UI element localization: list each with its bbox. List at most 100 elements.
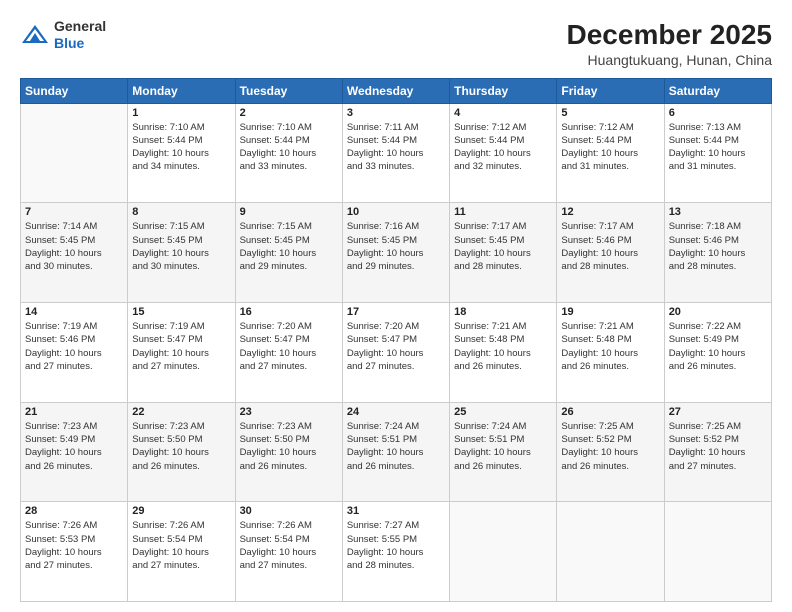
- calendar-header-friday: Friday: [557, 78, 664, 103]
- calendar-cell: 1 Sunrise: 7:10 AM Sunset: 5:44 PM Daylig…: [128, 103, 235, 203]
- day-number: 3: [347, 107, 445, 119]
- day-info: Sunrise: 7:22 AM Sunset: 5:49 PM Dayligh…: [669, 320, 767, 373]
- day-number: 20: [669, 306, 767, 318]
- calendar-cell: 31Sunrise: 7:27 AM Sunset: 5:55 PM Dayli…: [342, 502, 449, 602]
- calendar-cell: 14Sunrise: 7:19 AM Sunset: 5:46 PM Dayli…: [21, 302, 128, 402]
- day-info: Sunrise: 7:26 AM Sunset: 5:53 PM Dayligh…: [25, 519, 123, 572]
- calendar-cell: 9Sunrise: 7:15 AM Sunset: 5:45 PM Daylig…: [235, 203, 342, 303]
- calendar-cell: 16 Sunrise: 7:20 AM Sunset: 5:47 PM Dayli…: [235, 302, 342, 402]
- calendar-cell: 27 Sunrise: 7:25 AM Sunset: 5:52 PM Dayli…: [664, 402, 771, 502]
- calendar-cell: [21, 103, 128, 203]
- day-info: Sunrise: 7:18 AM Sunset: 5:46 PM Dayligh…: [669, 220, 767, 273]
- day-number: 4: [454, 107, 552, 119]
- calendar-cell: [450, 502, 557, 602]
- day-number: 5: [561, 107, 659, 119]
- day-number: 18: [454, 306, 552, 318]
- logo-text: General Blue: [54, 18, 106, 52]
- day-number: 30: [240, 505, 338, 517]
- calendar-cell: 13 Sunrise: 7:18 AM Sunset: 5:46 PM Dayli…: [664, 203, 771, 303]
- calendar-cell: 15 Sunrise: 7:19 AM Sunset: 5:47 PM Dayli…: [128, 302, 235, 402]
- calendar-cell: 17 Sunrise: 7:20 AM Sunset: 5:47 PM Dayli…: [342, 302, 449, 402]
- calendar-header-wednesday: Wednesday: [342, 78, 449, 103]
- day-info: Sunrise: 7:19 AM Sunset: 5:46 PM Dayligh…: [25, 320, 123, 373]
- day-number: 26: [561, 406, 659, 418]
- calendar-cell: 7Sunrise: 7:14 AM Sunset: 5:45 PM Daylig…: [21, 203, 128, 303]
- calendar-cell: [664, 502, 771, 602]
- logo: General Blue: [20, 18, 106, 52]
- calendar-cell: 30 Sunrise: 7:26 AM Sunset: 5:54 PM Dayli…: [235, 502, 342, 602]
- calendar-cell: 2Sunrise: 7:10 AM Sunset: 5:44 PM Daylig…: [235, 103, 342, 203]
- day-info: Sunrise: 7:20 AM Sunset: 5:47 PM Dayligh…: [240, 320, 338, 373]
- day-number: 29: [132, 505, 230, 517]
- day-info: Sunrise: 7:12 AM Sunset: 5:44 PM Dayligh…: [561, 121, 659, 174]
- day-info: Sunrise: 7:20 AM Sunset: 5:47 PM Dayligh…: [347, 320, 445, 373]
- day-number: 11: [454, 206, 552, 218]
- month-title: December 2025: [567, 18, 772, 52]
- day-info: Sunrise: 7:26 AM Sunset: 5:54 PM Dayligh…: [240, 519, 338, 572]
- day-info: Sunrise: 7:13 AM Sunset: 5:44 PM Dayligh…: [669, 121, 767, 174]
- calendar-cell: 11 Sunrise: 7:17 AM Sunset: 5:45 PM Dayli…: [450, 203, 557, 303]
- calendar-cell: 8Sunrise: 7:15 AM Sunset: 5:45 PM Daylig…: [128, 203, 235, 303]
- day-number: 24: [347, 406, 445, 418]
- day-number: 13: [669, 206, 767, 218]
- calendar-cell: 29 Sunrise: 7:26 AM Sunset: 5:54 PM Dayli…: [128, 502, 235, 602]
- calendar-cell: 4Sunrise: 7:12 AM Sunset: 5:44 PM Daylig…: [450, 103, 557, 203]
- calendar-cell: 26 Sunrise: 7:25 AM Sunset: 5:52 PM Dayli…: [557, 402, 664, 502]
- day-number: 25: [454, 406, 552, 418]
- calendar-header-saturday: Saturday: [664, 78, 771, 103]
- calendar-cell: 23Sunrise: 7:23 AM Sunset: 5:50 PM Dayli…: [235, 402, 342, 502]
- calendar-cell: 22Sunrise: 7:23 AM Sunset: 5:50 PM Dayli…: [128, 402, 235, 502]
- calendar-header-sunday: Sunday: [21, 78, 128, 103]
- calendar-cell: 6 Sunrise: 7:13 AM Sunset: 5:44 PM Daylig…: [664, 103, 771, 203]
- day-number: 15: [132, 306, 230, 318]
- day-info: Sunrise: 7:25 AM Sunset: 5:52 PM Dayligh…: [561, 420, 659, 473]
- day-info: Sunrise: 7:11 AM Sunset: 5:44 PM Dayligh…: [347, 121, 445, 174]
- calendar-header-monday: Monday: [128, 78, 235, 103]
- day-number: 31: [347, 505, 445, 517]
- day-info: Sunrise: 7:23 AM Sunset: 5:49 PM Dayligh…: [25, 420, 123, 473]
- day-number: 28: [25, 505, 123, 517]
- calendar-cell: 21 Sunrise: 7:23 AM Sunset: 5:49 PM Dayli…: [21, 402, 128, 502]
- calendar-cell: 24Sunrise: 7:24 AM Sunset: 5:51 PM Dayli…: [342, 402, 449, 502]
- day-info: Sunrise: 7:16 AM Sunset: 5:45 PM Dayligh…: [347, 220, 445, 273]
- day-number: 6: [669, 107, 767, 119]
- calendar-cell: 3 Sunrise: 7:11 AM Sunset: 5:44 PM Daylig…: [342, 103, 449, 203]
- logo-icon: [20, 23, 50, 47]
- calendar-table: SundayMondayTuesdayWednesdayThursdayFrid…: [20, 78, 772, 602]
- calendar-cell: 19Sunrise: 7:21 AM Sunset: 5:48 PM Dayli…: [557, 302, 664, 402]
- day-info: Sunrise: 7:26 AM Sunset: 5:54 PM Dayligh…: [132, 519, 230, 572]
- calendar-week-row: 7Sunrise: 7:14 AM Sunset: 5:45 PM Daylig…: [21, 203, 772, 303]
- day-info: Sunrise: 7:23 AM Sunset: 5:50 PM Dayligh…: [132, 420, 230, 473]
- day-info: Sunrise: 7:21 AM Sunset: 5:48 PM Dayligh…: [454, 320, 552, 373]
- day-info: Sunrise: 7:19 AM Sunset: 5:47 PM Dayligh…: [132, 320, 230, 373]
- calendar-header-row: SundayMondayTuesdayWednesdayThursdayFrid…: [21, 78, 772, 103]
- day-info: Sunrise: 7:25 AM Sunset: 5:52 PM Dayligh…: [669, 420, 767, 473]
- calendar-cell: 20 Sunrise: 7:22 AM Sunset: 5:49 PM Dayli…: [664, 302, 771, 402]
- calendar-cell: 28 Sunrise: 7:26 AM Sunset: 5:53 PM Dayli…: [21, 502, 128, 602]
- day-number: 7: [25, 206, 123, 218]
- day-info: Sunrise: 7:10 AM Sunset: 5:44 PM Dayligh…: [132, 121, 230, 174]
- calendar-cell: 18 Sunrise: 7:21 AM Sunset: 5:48 PM Dayli…: [450, 302, 557, 402]
- day-number: 9: [240, 206, 338, 218]
- day-number: 27: [669, 406, 767, 418]
- day-number: 1: [132, 107, 230, 119]
- day-number: 17: [347, 306, 445, 318]
- calendar-week-row: 28 Sunrise: 7:26 AM Sunset: 5:53 PM Dayli…: [21, 502, 772, 602]
- logo-blue: Blue: [54, 35, 106, 52]
- day-number: 21: [25, 406, 123, 418]
- day-number: 16: [240, 306, 338, 318]
- day-number: 10: [347, 206, 445, 218]
- calendar-cell: 25Sunrise: 7:24 AM Sunset: 5:51 PM Dayli…: [450, 402, 557, 502]
- logo-general: General: [54, 18, 106, 35]
- calendar-week-row: 21 Sunrise: 7:23 AM Sunset: 5:49 PM Dayli…: [21, 402, 772, 502]
- calendar-cell: 5 Sunrise: 7:12 AM Sunset: 5:44 PM Daylig…: [557, 103, 664, 203]
- calendar-cell: 12Sunrise: 7:17 AM Sunset: 5:46 PM Dayli…: [557, 203, 664, 303]
- day-info: Sunrise: 7:17 AM Sunset: 5:45 PM Dayligh…: [454, 220, 552, 273]
- location: Huangtukuang, Hunan, China: [567, 52, 772, 68]
- day-number: 2: [240, 107, 338, 119]
- day-number: 19: [561, 306, 659, 318]
- calendar-cell: [557, 502, 664, 602]
- day-info: Sunrise: 7:17 AM Sunset: 5:46 PM Dayligh…: [561, 220, 659, 273]
- day-info: Sunrise: 7:15 AM Sunset: 5:45 PM Dayligh…: [132, 220, 230, 273]
- header: General Blue December 2025 Huangtukuang,…: [20, 18, 772, 68]
